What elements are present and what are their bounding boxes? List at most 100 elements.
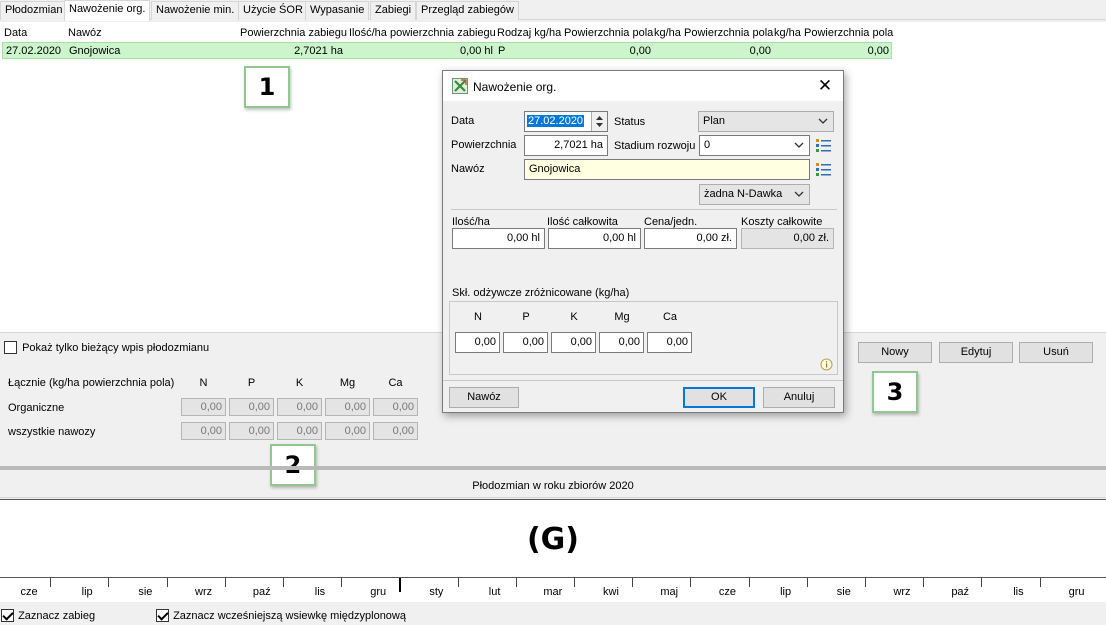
mark-treatment-row[interactable]: Zaznacz zabieg xyxy=(1,609,95,622)
nutrients-group: N P K Mg Ca 0,00 0,00 0,00 0,00 0,00 xyxy=(449,301,838,375)
app-icon xyxy=(452,78,468,94)
column-header-field-area-3[interactable]: Powierzchnia pola xyxy=(804,27,893,39)
mark-earlier-row[interactable]: Zaznacz wcześniejszą wsiewkę międzyplono… xyxy=(156,609,406,622)
list-picker-icon[interactable] xyxy=(815,161,832,177)
mark-earlier-checkbox[interactable] xyxy=(156,609,169,622)
month-label: gru xyxy=(1068,586,1085,598)
tab-zabiegi[interactable]: Zabiegi xyxy=(370,1,417,20)
summary-organic-k: 0,00 xyxy=(277,398,322,416)
month-tick xyxy=(283,578,284,587)
nutrient-field-ca[interactable]: 0,00 xyxy=(647,332,692,353)
area-label: Powierzchnia xyxy=(451,139,517,151)
column-header-kgha-2[interactable]: kg/ha xyxy=(654,27,681,39)
fertilizer-field[interactable]: Gnojowica xyxy=(524,159,810,180)
month-tick xyxy=(515,578,517,587)
delete-button[interactable]: Usuń xyxy=(1019,342,1093,363)
date-spinner[interactable] xyxy=(591,112,607,131)
status-label: Status xyxy=(614,116,646,128)
price-field[interactable]: 0,00 zł. xyxy=(644,228,737,249)
stage-label: Stadium rozwoju xyxy=(614,140,696,152)
month-tick xyxy=(690,578,692,587)
date-label: Data xyxy=(451,115,475,127)
chevron-down-icon xyxy=(794,191,804,197)
row-value-3: 0,00 xyxy=(867,45,889,57)
column-header-field-area-2[interactable]: Powierzchnia pola xyxy=(684,27,773,39)
column-header-qty[interactable]: Ilość/ha powierzchnia zabiegu xyxy=(349,27,496,39)
cost-field: 0,00 zł. xyxy=(741,228,834,249)
column-header-kgha-3[interactable]: kg/ha xyxy=(774,27,801,39)
month-label: lut xyxy=(488,586,501,598)
column-header-type[interactable]: Rodzaj kg/ha xyxy=(497,27,561,39)
show-current-checkbox[interactable] xyxy=(4,341,17,354)
stage-select[interactable]: 0 xyxy=(699,135,810,156)
month-label: lis xyxy=(1013,586,1024,598)
splitter[interactable] xyxy=(0,466,1106,470)
table-row[interactable]: 27.02.2020 Gnojowica 2,7021 ha 0,00 hl P… xyxy=(2,42,892,59)
nutrient-field-k[interactable]: 0,00 xyxy=(551,332,596,353)
show-current-checkbox-row[interactable]: Pokaż tylko bieżący wpis płodozmianu xyxy=(4,341,209,354)
qty-ha-field[interactable]: 0,00 hl xyxy=(452,228,545,249)
new-button[interactable]: Nowy xyxy=(858,342,932,363)
mark-treatment-label: Zaznacz zabieg xyxy=(18,609,96,622)
row-area: 2,7021 ha xyxy=(294,45,343,57)
year-boundary-tick xyxy=(399,578,402,592)
month-label: paź xyxy=(252,586,271,598)
tab-nawozenie-org[interactable]: Nawożenie org. xyxy=(64,0,151,21)
tab-przeglad-zabiegow[interactable]: Przegląd zabiegów xyxy=(416,1,519,20)
column-header-date[interactable]: Data xyxy=(4,27,27,39)
nutrient-head-n: N xyxy=(474,311,482,323)
month-tick xyxy=(748,578,750,587)
fertilizer-button[interactable]: Nawóz xyxy=(449,387,519,408)
month-label: lip xyxy=(81,586,93,598)
month-label: maj xyxy=(660,586,679,598)
status-select[interactable]: Plan xyxy=(698,111,834,132)
tab-plodozmian[interactable]: Płodozmian xyxy=(0,1,68,20)
month-tick xyxy=(457,578,459,587)
nutrient-field-mg[interactable]: 0,00 xyxy=(599,332,644,353)
summary-all-k: 0,00 xyxy=(277,422,322,440)
nutrient-head-k: K xyxy=(570,311,578,323)
close-icon[interactable]: ✕ xyxy=(815,76,835,96)
area-field[interactable]: 2,7021 ha xyxy=(524,135,608,156)
info-icon[interactable] xyxy=(820,358,833,371)
month-tick xyxy=(865,578,866,587)
row-qty: 0,00 hl xyxy=(459,45,493,57)
tab-uzycie-sor[interactable]: Użycie ŚOR xyxy=(238,1,308,20)
row-value-2: 0,00 xyxy=(749,45,771,57)
month-label: kwi xyxy=(603,586,619,598)
month-tick xyxy=(50,578,52,587)
tab-nawozenie-min[interactable]: Nawożenie min. xyxy=(151,1,240,20)
summary-organic-n: 0,00 xyxy=(181,398,226,416)
month-label: wrz xyxy=(195,586,213,598)
ok-button[interactable]: OK xyxy=(683,387,755,408)
month-label: cze xyxy=(718,586,736,598)
month-tick xyxy=(1039,578,1041,587)
column-header-fertilizer[interactable]: Nawóz xyxy=(68,27,102,39)
list-picker-icon[interactable] xyxy=(815,137,832,153)
edit-button[interactable]: Edytuj xyxy=(939,342,1013,363)
month-tick xyxy=(166,578,168,587)
column-header-area[interactable]: Powierzchnia zabiegu xyxy=(240,27,347,39)
crop-rotation-graphic[interactable]: (G) xyxy=(0,499,1106,578)
summary-row-all-label: wszystkie nawozy xyxy=(8,426,96,438)
date-field[interactable]: 27.02.2020 xyxy=(524,111,608,132)
dialog-title: Nawożenie org. xyxy=(473,80,557,94)
spinner-arrows-icon xyxy=(596,116,603,127)
summary-title: Łącznie (kg/ha powierzchnia pola) xyxy=(8,377,175,389)
mark-treatment-checkbox[interactable] xyxy=(1,609,14,622)
dialog-title-bar[interactable]: Nawożenie org. ✕ xyxy=(443,71,843,101)
n-dose-select[interactable]: żadna N-Dawka xyxy=(699,184,810,205)
divider xyxy=(451,209,837,210)
nutrient-field-n[interactable]: 0,00 xyxy=(455,332,500,353)
column-header-field-area-1[interactable]: Powierzchnia pola xyxy=(564,27,653,39)
cost-label: Koszty całkowite xyxy=(741,216,823,228)
tab-wypasanie[interactable]: Wypasanie xyxy=(305,1,370,20)
summary-organic-ca: 0,00 xyxy=(373,398,418,416)
nutrient-field-p[interactable]: 0,00 xyxy=(503,332,548,353)
date-value: 27.02.2020 xyxy=(527,115,585,127)
cancel-button[interactable]: Anuluj xyxy=(763,387,835,408)
month-axis: cze lip sie wrz paź lis gru sty lut mar kwi maj cze l… xyxy=(0,578,1106,602)
month-tick xyxy=(981,578,983,587)
month-label: wrz xyxy=(893,586,911,598)
qty-total-field[interactable]: 0,00 hl xyxy=(548,228,641,249)
